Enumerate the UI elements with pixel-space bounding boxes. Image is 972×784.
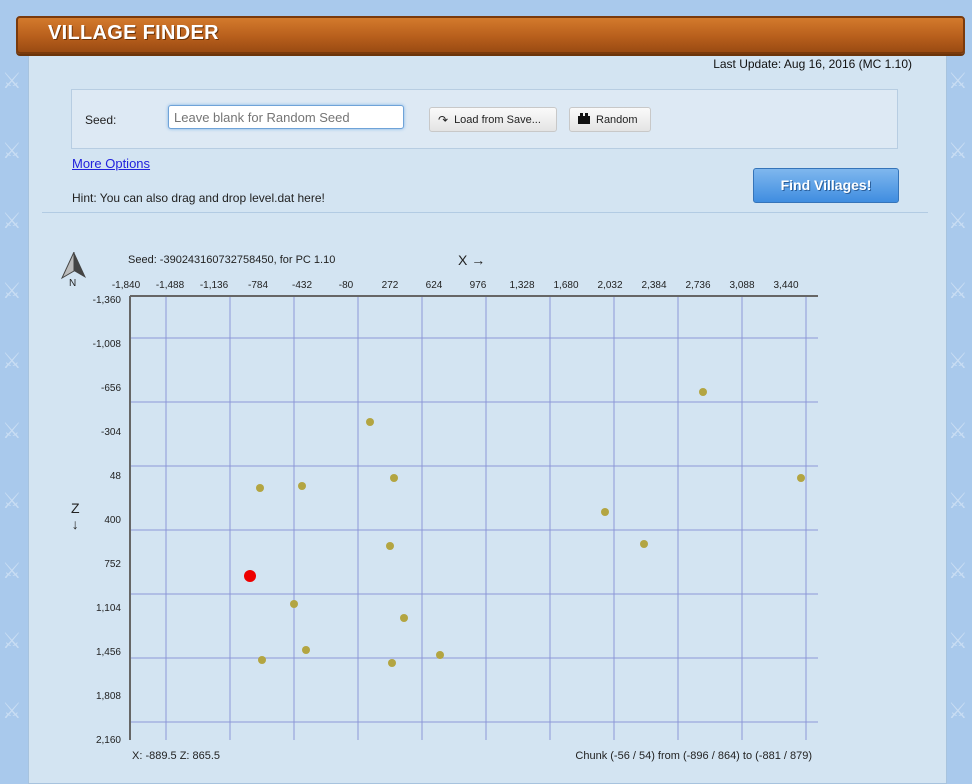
- village-marker[interactable]: [601, 508, 609, 516]
- village-marker[interactable]: [258, 656, 266, 664]
- village-marker[interactable]: [797, 474, 805, 482]
- selected-position-marker: [244, 570, 256, 582]
- village-marker[interactable]: [640, 540, 648, 548]
- village-marker[interactable]: [400, 614, 408, 622]
- village-map[interactable]: [0, 0, 972, 773]
- village-marker[interactable]: [388, 659, 396, 667]
- village-marker[interactable]: [699, 388, 707, 396]
- village-marker[interactable]: [256, 484, 264, 492]
- village-marker[interactable]: [436, 651, 444, 659]
- village-marker[interactable]: [366, 418, 374, 426]
- village-marker[interactable]: [298, 482, 306, 490]
- village-marker[interactable]: [290, 600, 298, 608]
- village-marker[interactable]: [386, 542, 394, 550]
- chunk-info: Chunk (-56 / 54) from (-896 / 864) to (-…: [575, 750, 812, 762]
- village-marker[interactable]: [302, 646, 310, 654]
- cursor-coordinates: X: -889.5 Z: 865.5: [132, 750, 221, 762]
- village-marker[interactable]: [390, 474, 398, 482]
